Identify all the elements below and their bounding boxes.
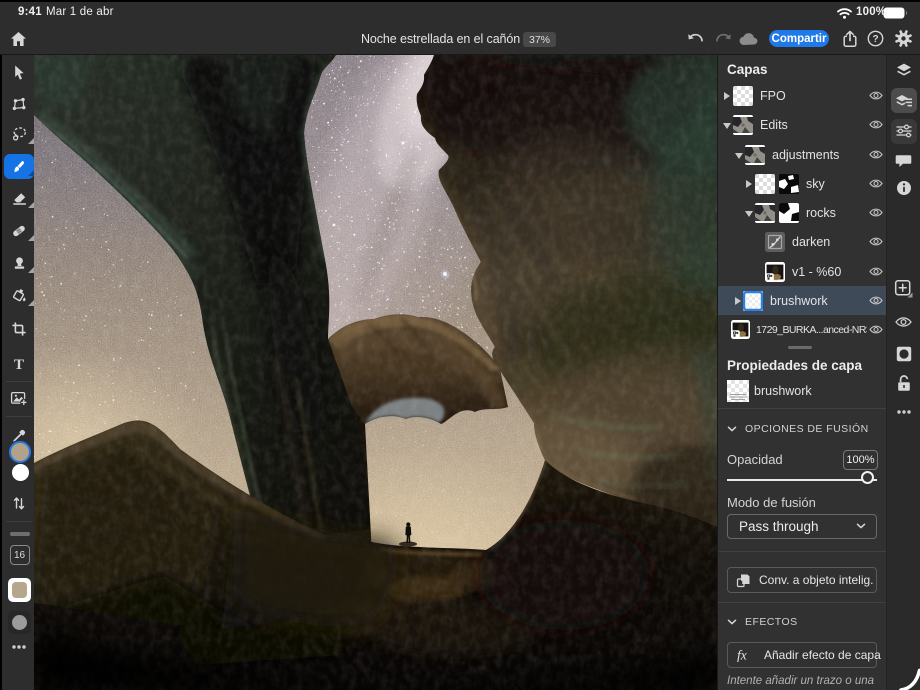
svg-text:fx: fx: [737, 648, 747, 662]
svg-text:?: ?: [872, 34, 878, 45]
svg-text:T: T: [14, 357, 24, 372]
